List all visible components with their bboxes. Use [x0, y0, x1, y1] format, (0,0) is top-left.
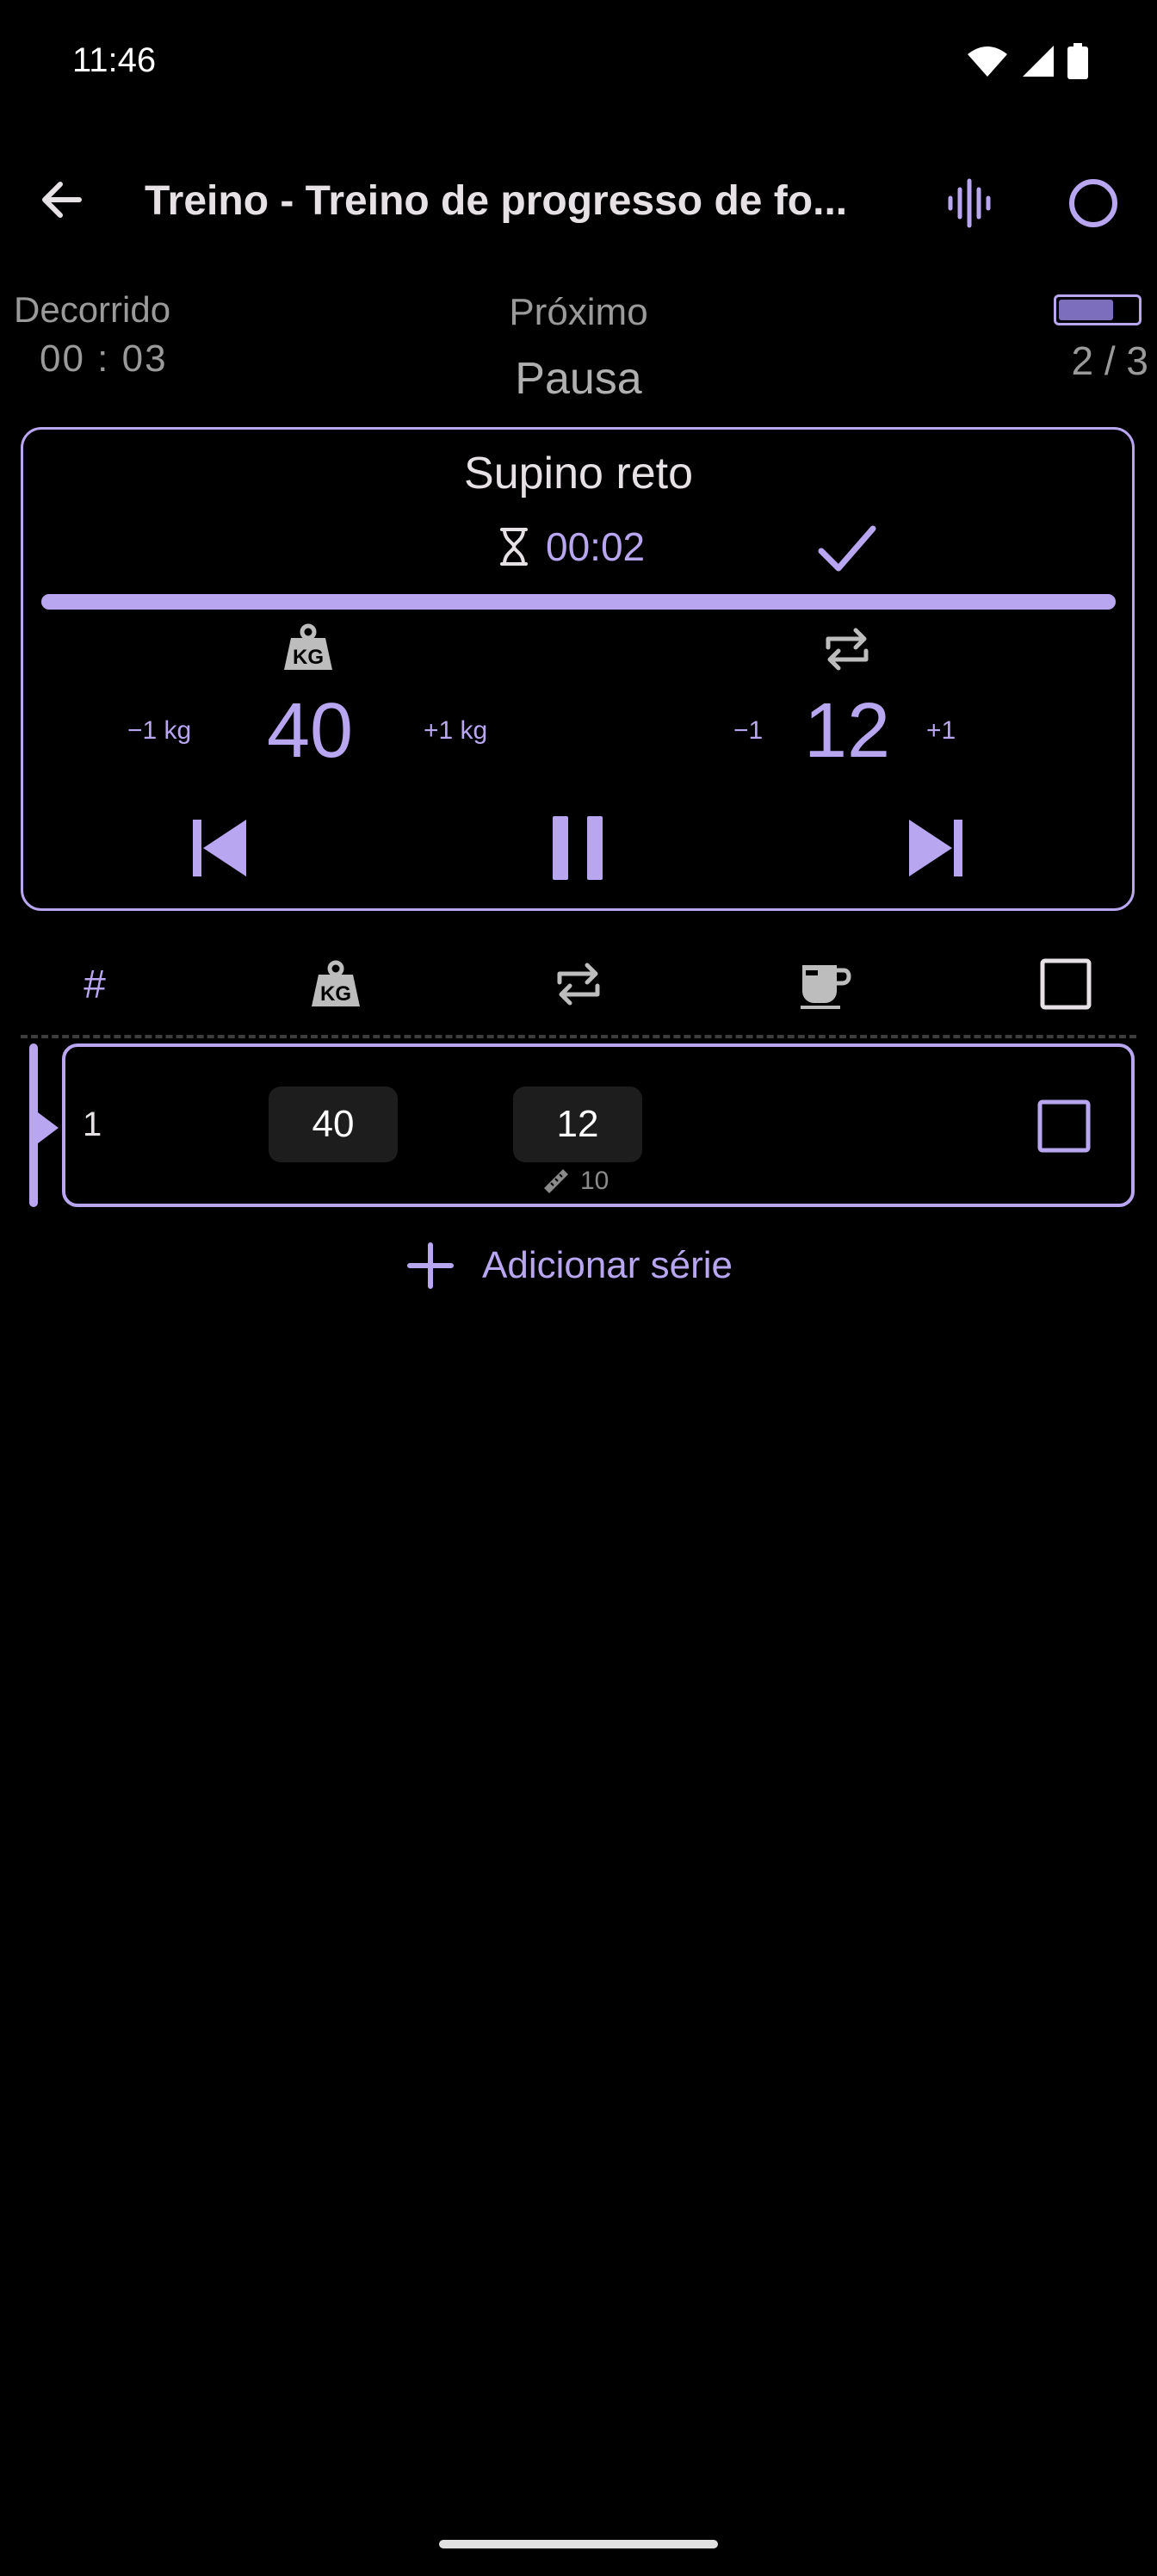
- column-header-rest: [790, 954, 859, 1014]
- current-set-arrow-icon: [38, 1111, 60, 1145]
- skip-previous-icon: [193, 820, 246, 876]
- home-indicator[interactable]: [439, 2540, 718, 2548]
- page-title: Treino - Treino de progresso de fo...: [145, 178, 848, 224]
- rest-progress-bar: [41, 594, 1116, 610]
- timer-value: 00:02: [546, 524, 646, 569]
- next-value: Pausa: [515, 354, 642, 404]
- next-label: Próximo: [509, 291, 648, 333]
- graphic-eq-icon: [948, 178, 991, 228]
- wifi-icon: [968, 46, 1007, 77]
- workout-progress-fill: [1059, 300, 1113, 320]
- check-icon: [818, 525, 876, 572]
- svg-text:KG: KG: [293, 646, 324, 669]
- status-time: 11:46: [72, 41, 157, 79]
- weight-kg-icon: KG: [281, 623, 336, 672]
- header-divider: [21, 1035, 1136, 1038]
- complete-set-button[interactable]: [813, 520, 882, 579]
- finish-workout-button[interactable]: [1059, 169, 1128, 238]
- column-header-reps: [544, 954, 613, 1014]
- column-header-weight: KG: [301, 954, 370, 1014]
- cell-signal-icon: [1023, 46, 1054, 77]
- arrow-back-icon: [42, 182, 82, 218]
- pause-icon: [553, 816, 603, 880]
- add-set-label: Adicionar série: [482, 1244, 733, 1286]
- current-set-indicator: [29, 1043, 38, 1207]
- plus-icon: [407, 1242, 454, 1289]
- rpe-value: 10: [580, 1167, 609, 1195]
- circle-icon: [1069, 179, 1117, 227]
- exercise-name: Supino reto: [464, 449, 693, 498]
- set-number: 1: [83, 1105, 102, 1143]
- exercise-timer: 00:02: [499, 523, 645, 570]
- ruler-icon: [544, 1169, 568, 1193]
- status-icons: [966, 43, 1088, 79]
- hourglass-icon: [500, 528, 528, 566]
- repeat-icon: [557, 963, 600, 1006]
- repeat-icon: [821, 625, 873, 673]
- checkbox-outline-icon: [1037, 1099, 1091, 1153]
- workout-progress-indicator: [1054, 294, 1142, 325]
- increase-weight-button[interactable]: +1 kg: [424, 716, 487, 746]
- back-button[interactable]: [31, 169, 93, 231]
- rest-progress-fill: [41, 594, 1116, 610]
- previous-exercise-button[interactable]: [181, 809, 258, 887]
- column-header-number: #: [84, 962, 106, 1006]
- progress-count: 2 / 3: [1071, 338, 1148, 383]
- set-rpe: 10: [541, 1166, 609, 1197]
- skip-next-icon: [909, 820, 962, 876]
- pause-button[interactable]: [539, 809, 616, 887]
- add-set-button[interactable]: Adicionar série: [405, 1240, 733, 1291]
- svg-text:KG: KG: [320, 982, 351, 1006]
- coffee-cup-icon: [801, 965, 851, 1009]
- set-complete-checkbox[interactable]: [1033, 1095, 1095, 1157]
- select-all-checkbox[interactable]: [1031, 954, 1100, 1014]
- weight-value[interactable]: 40: [224, 687, 396, 776]
- decrease-reps-button[interactable]: −1: [733, 716, 763, 746]
- set-weight-input[interactable]: 40: [269, 1087, 398, 1162]
- increase-reps-button[interactable]: +1: [926, 716, 956, 746]
- voice-button[interactable]: [937, 169, 1005, 238]
- set-reps-input[interactable]: 12: [513, 1087, 642, 1162]
- next-exercise-button[interactable]: [897, 809, 974, 887]
- battery-status-icon: [1067, 43, 1088, 79]
- reps-value[interactable]: 12: [761, 687, 933, 776]
- decrease-weight-button[interactable]: −1 kg: [127, 716, 191, 746]
- checkbox-outline-icon: [1040, 958, 1092, 1010]
- weight-kg-icon: KG: [312, 960, 360, 1006]
